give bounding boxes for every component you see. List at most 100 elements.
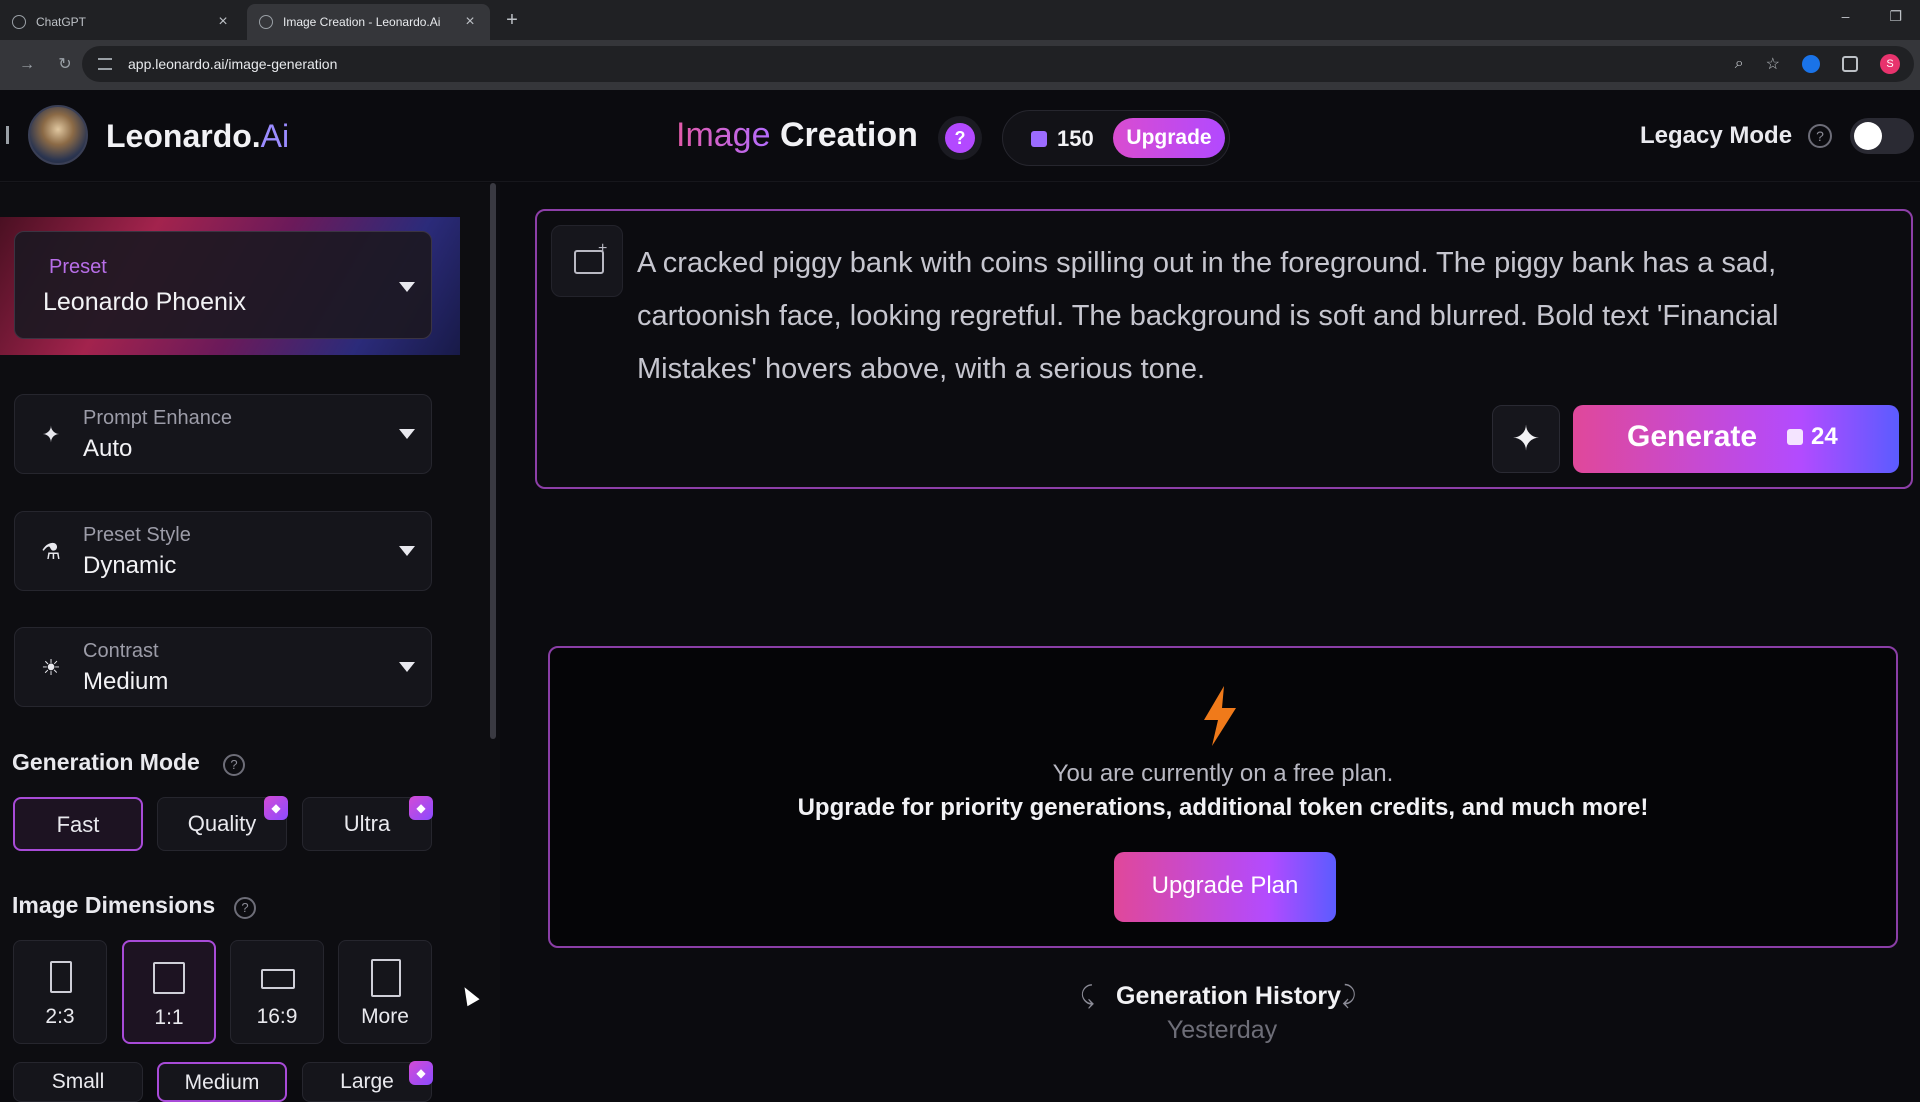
lightning-bolt-icon	[1204, 686, 1236, 746]
app-header: Leonardo.Ai Image Creation ? 150 Upgrade…	[0, 90, 1920, 182]
extensions-puzzle-icon[interactable]	[1842, 56, 1858, 72]
legacy-mode-toggle[interactable]	[1850, 118, 1914, 154]
help-button[interactable]: ?	[938, 116, 982, 160]
more-ratios-icon	[371, 959, 401, 997]
dropdown-label: Contrast	[83, 640, 159, 662]
brand-logo[interactable]: Leonardo.Ai	[106, 118, 289, 155]
history-day-label: Yesterday	[1166, 1016, 1278, 1044]
upgrade-button[interactable]: Upgrade	[1113, 118, 1225, 158]
token-count: 150	[1057, 126, 1094, 151]
chatgpt-favicon-icon	[12, 15, 26, 29]
size-label: Small	[51, 1070, 105, 1093]
tab-title: Image Creation - Leonardo.Ai	[283, 15, 441, 29]
url-bar[interactable]: app.leonardo.ai/image-generation ⌕ ☆ S	[82, 46, 1914, 82]
sidebar-collapse-icon[interactable]	[6, 126, 9, 144]
browser-tab-bar: ChatGPT × Image Creation - Leonardo.Ai ×…	[0, 0, 1920, 40]
omnibox-actions: ⌕ ☆ S	[1735, 54, 1900, 74]
preset-label: Preset	[49, 256, 107, 278]
title-main: Creation	[779, 116, 918, 154]
image-guidance-button[interactable]: +	[551, 225, 623, 297]
mode-label: Fast	[56, 812, 100, 837]
landscape-ratio-icon	[261, 969, 295, 989]
brand-suffix: Ai	[260, 118, 290, 154]
close-tab-icon[interactable]: ×	[215, 13, 231, 31]
dropdown-label: Prompt Enhance	[83, 407, 232, 429]
prompt-box[interactable]: + A cracked piggy bank with coins spilli…	[535, 209, 1913, 489]
ratio-16-9-button[interactable]: 16:9	[230, 940, 324, 1044]
ratio-more-button[interactable]: More	[338, 940, 432, 1044]
prompt-magic-button[interactable]: ✦	[1492, 405, 1560, 473]
generate-cost: 24	[1811, 423, 1838, 450]
ratio-label: 1:1	[154, 1006, 184, 1029]
chevron-down-icon	[399, 546, 415, 556]
chevron-down-icon	[399, 429, 415, 439]
generate-button[interactable]: Generate 24	[1573, 405, 1899, 473]
image-dimensions-heading: Image Dimensions	[12, 892, 216, 918]
toggle-knob	[1854, 122, 1882, 150]
flask-icon: ⚗	[41, 539, 61, 564]
browser-tab-chatgpt[interactable]: ChatGPT ×	[0, 4, 243, 40]
preset-style-dropdown[interactable]: ⚗ Preset Style Dynamic	[14, 511, 432, 591]
token-balance: 150 Upgrade	[1002, 110, 1230, 166]
mode-quality-button[interactable]: Quality ◆	[157, 796, 288, 851]
legacy-help-icon[interactable]: ?	[1808, 124, 1832, 148]
preset-dropdown[interactable]: Preset Leonardo Phoenix	[14, 231, 432, 339]
contrast-dropdown[interactable]: ☀ Contrast Medium	[14, 627, 432, 707]
close-tab-icon[interactable]: ×	[462, 13, 478, 31]
size-large-button[interactable]: Large ◆	[302, 1061, 433, 1102]
browser-tab-leonardo[interactable]: Image Creation - Leonardo.Ai ×	[247, 4, 490, 40]
arrow-left-icon: ⤹	[1080, 982, 1095, 1009]
mode-fast-button[interactable]: Fast	[13, 797, 143, 851]
ratio-label: 2:3	[45, 1005, 75, 1028]
portrait-ratio-icon	[50, 961, 72, 993]
token-coins-icon	[1031, 131, 1047, 147]
user-avatar[interactable]	[28, 105, 88, 165]
profile-avatar-icon[interactable]: S	[1880, 54, 1900, 74]
mode-ultra-button[interactable]: Ultra ◆	[302, 796, 433, 851]
plus-icon: +	[598, 240, 608, 257]
tab-title: ChatGPT	[36, 15, 87, 29]
image-dimensions-help-icon[interactable]: ?	[234, 897, 256, 919]
page-title: Image Creation	[676, 116, 918, 155]
upgrade-panel: You are currently on a free plan. Upgrad…	[548, 646, 1898, 948]
leonardo-favicon-icon	[259, 15, 273, 29]
sparkle-icon: ✦	[1511, 420, 1541, 458]
dropdown-label: Preset Style	[83, 524, 191, 546]
reload-icon[interactable]: ↻	[54, 54, 76, 76]
ratio-label: 16:9	[256, 1005, 298, 1028]
mode-label: Quality	[187, 811, 257, 836]
prompt-input[interactable]: A cracked piggy bank with coins spilling…	[637, 237, 1877, 396]
dropdown-value: Dynamic	[83, 552, 177, 579]
forward-icon[interactable]: →	[16, 54, 38, 76]
url-text: app.leonardo.ai/image-generation	[128, 56, 338, 72]
arrow-right-icon: ⤸	[1342, 982, 1357, 1009]
size-label: Medium	[184, 1071, 260, 1094]
premium-gem-icon: ◆	[409, 796, 433, 820]
upgrade-plan-button[interactable]: Upgrade Plan	[1114, 852, 1336, 922]
ratio-1-1-button[interactable]: 1:1	[122, 940, 216, 1044]
sun-icon: ☀	[41, 655, 61, 680]
sidebar-scrollbar[interactable]	[490, 183, 496, 739]
restore-icon[interactable]: ❐	[1889, 8, 1902, 25]
token-coins-icon	[1787, 429, 1803, 445]
dropdown-value: Auto	[83, 435, 133, 462]
minimize-icon[interactable]: –	[1842, 8, 1850, 25]
browser-address-bar: → ↻ app.leonardo.ai/image-generation ⌕ ☆…	[0, 40, 1920, 90]
dropdown-value: Medium	[83, 668, 169, 695]
bookmark-star-icon[interactable]: ☆	[1766, 54, 1780, 74]
prompt-enhance-dropdown[interactable]: ✦ Prompt Enhance Auto	[14, 394, 432, 474]
site-info-icon[interactable]	[98, 58, 112, 70]
size-medium-button[interactable]: Medium	[157, 1062, 287, 1102]
mode-label: Ultra	[343, 811, 391, 836]
question-icon: ?	[945, 123, 975, 153]
ratio-label: More	[361, 1005, 409, 1028]
chevron-down-icon	[399, 662, 415, 672]
new-tab-icon[interactable]: +	[500, 8, 524, 32]
generation-mode-help-icon[interactable]: ?	[223, 754, 245, 776]
extension-icon[interactable]	[1802, 55, 1820, 73]
title-accent: Image	[676, 116, 771, 154]
zoom-icon[interactable]: ⌕	[1735, 55, 1744, 73]
ratio-2-3-button[interactable]: 2:3	[13, 940, 107, 1044]
free-plan-text: You are currently on a free plan.	[1052, 760, 1394, 787]
size-small-button[interactable]: Small	[13, 1062, 143, 1102]
